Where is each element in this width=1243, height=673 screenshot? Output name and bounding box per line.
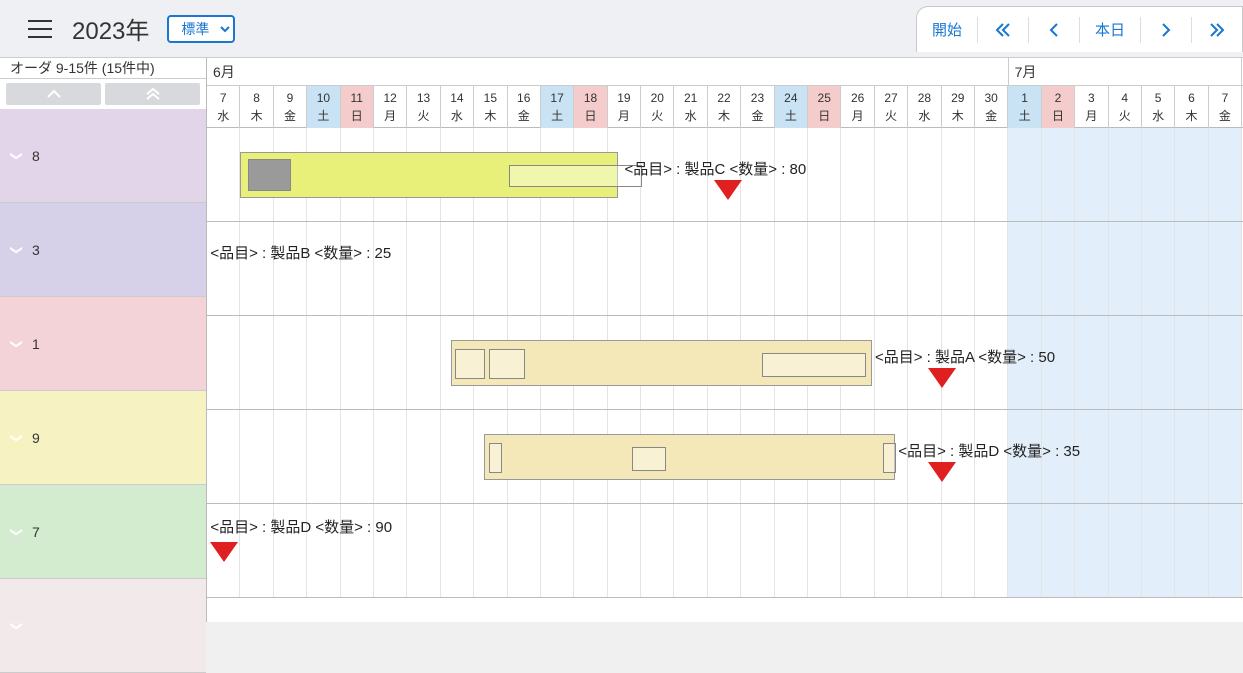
chevron-down-icon: ❯ bbox=[10, 149, 24, 163]
order-row[interactable]: ❯9 bbox=[0, 391, 206, 485]
day-header[interactable]: 29木 bbox=[942, 86, 975, 128]
order-sidebar: オーダ 9-15件 (15件中) ❯8❯3❯1❯9❯7❯ bbox=[0, 58, 207, 622]
order-row[interactable]: ❯ bbox=[0, 579, 206, 673]
order-row[interactable]: ❯3 bbox=[0, 203, 206, 297]
order-row[interactable]: ❯1 bbox=[0, 297, 206, 391]
gantt-row: <品目> : 製品A <数量> : 50 bbox=[207, 316, 1243, 410]
timeline-header: 6月7月 7水8木9金10土11日12月13火14水15木16金17土18日19… bbox=[207, 58, 1243, 128]
day-header[interactable]: 1土 bbox=[1008, 86, 1041, 128]
order-id: 9 bbox=[32, 430, 40, 446]
day-header[interactable]: 27火 bbox=[875, 86, 908, 128]
gantt-row: <品目> : 製品B <数量> : 25 bbox=[207, 222, 1243, 316]
day-header[interactable]: 2日 bbox=[1042, 86, 1075, 128]
day-header[interactable]: 6木 bbox=[1175, 86, 1208, 128]
sidebar-scroll-up-button[interactable] bbox=[6, 83, 101, 105]
day-header[interactable]: 11日 bbox=[341, 86, 374, 128]
gantt-bar[interactable] bbox=[484, 434, 895, 480]
gantt-bar[interactable] bbox=[240, 152, 617, 198]
display-mode-select[interactable]: 標準 bbox=[167, 15, 235, 43]
chevron-down-icon: ❯ bbox=[10, 337, 24, 351]
deadline-marker-icon bbox=[928, 368, 956, 388]
day-header[interactable]: 14水 bbox=[441, 86, 474, 128]
day-header[interactable]: 10土 bbox=[307, 86, 340, 128]
day-header[interactable]: 30金 bbox=[975, 86, 1008, 128]
day-header[interactable]: 3月 bbox=[1075, 86, 1108, 128]
order-id: 1 bbox=[32, 336, 40, 352]
order-row[interactable]: ❯8 bbox=[0, 109, 206, 203]
day-header[interactable]: 28水 bbox=[908, 86, 941, 128]
day-header[interactable]: 8木 bbox=[240, 86, 273, 128]
day-header[interactable]: 25日 bbox=[808, 86, 841, 128]
day-header[interactable]: 7水 bbox=[207, 86, 240, 128]
day-header[interactable]: 22木 bbox=[708, 86, 741, 128]
order-id: 7 bbox=[32, 524, 40, 540]
day-header[interactable]: 12月 bbox=[374, 86, 407, 128]
gantt-row: <品目> : 製品D <数量> : 90 bbox=[207, 504, 1243, 598]
gantt-bar-label: <品目> : 製品D <数量> : 35 bbox=[898, 440, 1080, 461]
day-header[interactable]: 4火 bbox=[1109, 86, 1142, 128]
deadline-marker-icon bbox=[928, 462, 956, 482]
gantt-bar-label: <品目> : 製品A <数量> : 50 bbox=[875, 346, 1055, 367]
chevron-down-icon: ❯ bbox=[10, 525, 24, 539]
chevron-down-icon: ❯ bbox=[10, 619, 24, 633]
chevron-down-icon: ❯ bbox=[10, 431, 24, 445]
day-header[interactable]: 24土 bbox=[775, 86, 808, 128]
nav-next-button[interactable] bbox=[1141, 10, 1191, 50]
nav-first-button[interactable] bbox=[978, 10, 1028, 50]
gantt-task-segment[interactable] bbox=[489, 443, 502, 473]
order-id: 3 bbox=[32, 242, 40, 258]
deadline-marker-icon bbox=[210, 542, 238, 562]
gantt-task-segment[interactable] bbox=[248, 159, 291, 191]
gantt-row: <品目> : 製品C <数量> : 80 bbox=[207, 128, 1243, 222]
deadline-marker-icon bbox=[714, 180, 742, 200]
gantt-task-segment[interactable] bbox=[883, 443, 896, 473]
nav-prev-button[interactable] bbox=[1029, 10, 1079, 50]
order-id: 8 bbox=[32, 148, 40, 164]
day-header[interactable]: 26月 bbox=[841, 86, 874, 128]
nav-last-button[interactable] bbox=[1192, 10, 1242, 50]
gantt-bar[interactable] bbox=[451, 340, 872, 386]
day-header[interactable]: 17土 bbox=[541, 86, 574, 128]
gantt-bar-label: <品目> : 製品B <数量> : 25 bbox=[210, 242, 391, 263]
day-header[interactable]: 21水 bbox=[674, 86, 707, 128]
gantt-row: <品目> : 製品D <数量> : 35 bbox=[207, 410, 1243, 504]
top-bar: 2023年 標準 開始 本日 bbox=[0, 0, 1243, 58]
day-header[interactable]: 18日 bbox=[574, 86, 607, 128]
order-row[interactable]: ❯7 bbox=[0, 485, 206, 579]
day-header[interactable]: 7金 bbox=[1209, 86, 1242, 128]
year-label: 2023年 bbox=[72, 11, 149, 46]
month-header: 6月 bbox=[207, 58, 1009, 85]
gantt-task-segment[interactable] bbox=[509, 165, 643, 187]
menu-icon[interactable] bbox=[28, 20, 52, 38]
sidebar-header: オーダ 9-15件 (15件中) bbox=[0, 58, 206, 79]
gantt-bar-label: <品目> : 製品D <数量> : 90 bbox=[210, 516, 392, 537]
day-header[interactable]: 13火 bbox=[407, 86, 440, 128]
gantt-chart: 6月7月 7水8木9金10土11日12月13火14水15木16金17土18日19… bbox=[207, 58, 1243, 622]
chevron-down-icon: ❯ bbox=[10, 243, 24, 257]
gantt-task-segment[interactable] bbox=[455, 349, 485, 379]
day-header[interactable]: 16金 bbox=[508, 86, 541, 128]
gantt-task-segment[interactable] bbox=[489, 349, 526, 379]
day-header[interactable]: 9金 bbox=[274, 86, 307, 128]
day-header[interactable]: 15木 bbox=[474, 86, 507, 128]
sidebar-scroll-top-button[interactable] bbox=[105, 83, 200, 105]
gantt-bar-label: <品目> : 製品C <数量> : 80 bbox=[625, 158, 807, 179]
gantt-task-segment[interactable] bbox=[762, 353, 866, 377]
timeline-nav: 開始 本日 bbox=[916, 6, 1243, 52]
day-header[interactable]: 20火 bbox=[641, 86, 674, 128]
nav-start-button[interactable]: 開始 bbox=[917, 10, 977, 50]
day-header[interactable]: 19月 bbox=[608, 86, 641, 128]
day-header[interactable]: 23金 bbox=[741, 86, 774, 128]
day-header[interactable]: 5水 bbox=[1142, 86, 1175, 128]
nav-today-button[interactable]: 本日 bbox=[1080, 10, 1140, 50]
gantt-task-segment[interactable] bbox=[632, 447, 665, 471]
month-header: 7月 bbox=[1009, 58, 1243, 85]
